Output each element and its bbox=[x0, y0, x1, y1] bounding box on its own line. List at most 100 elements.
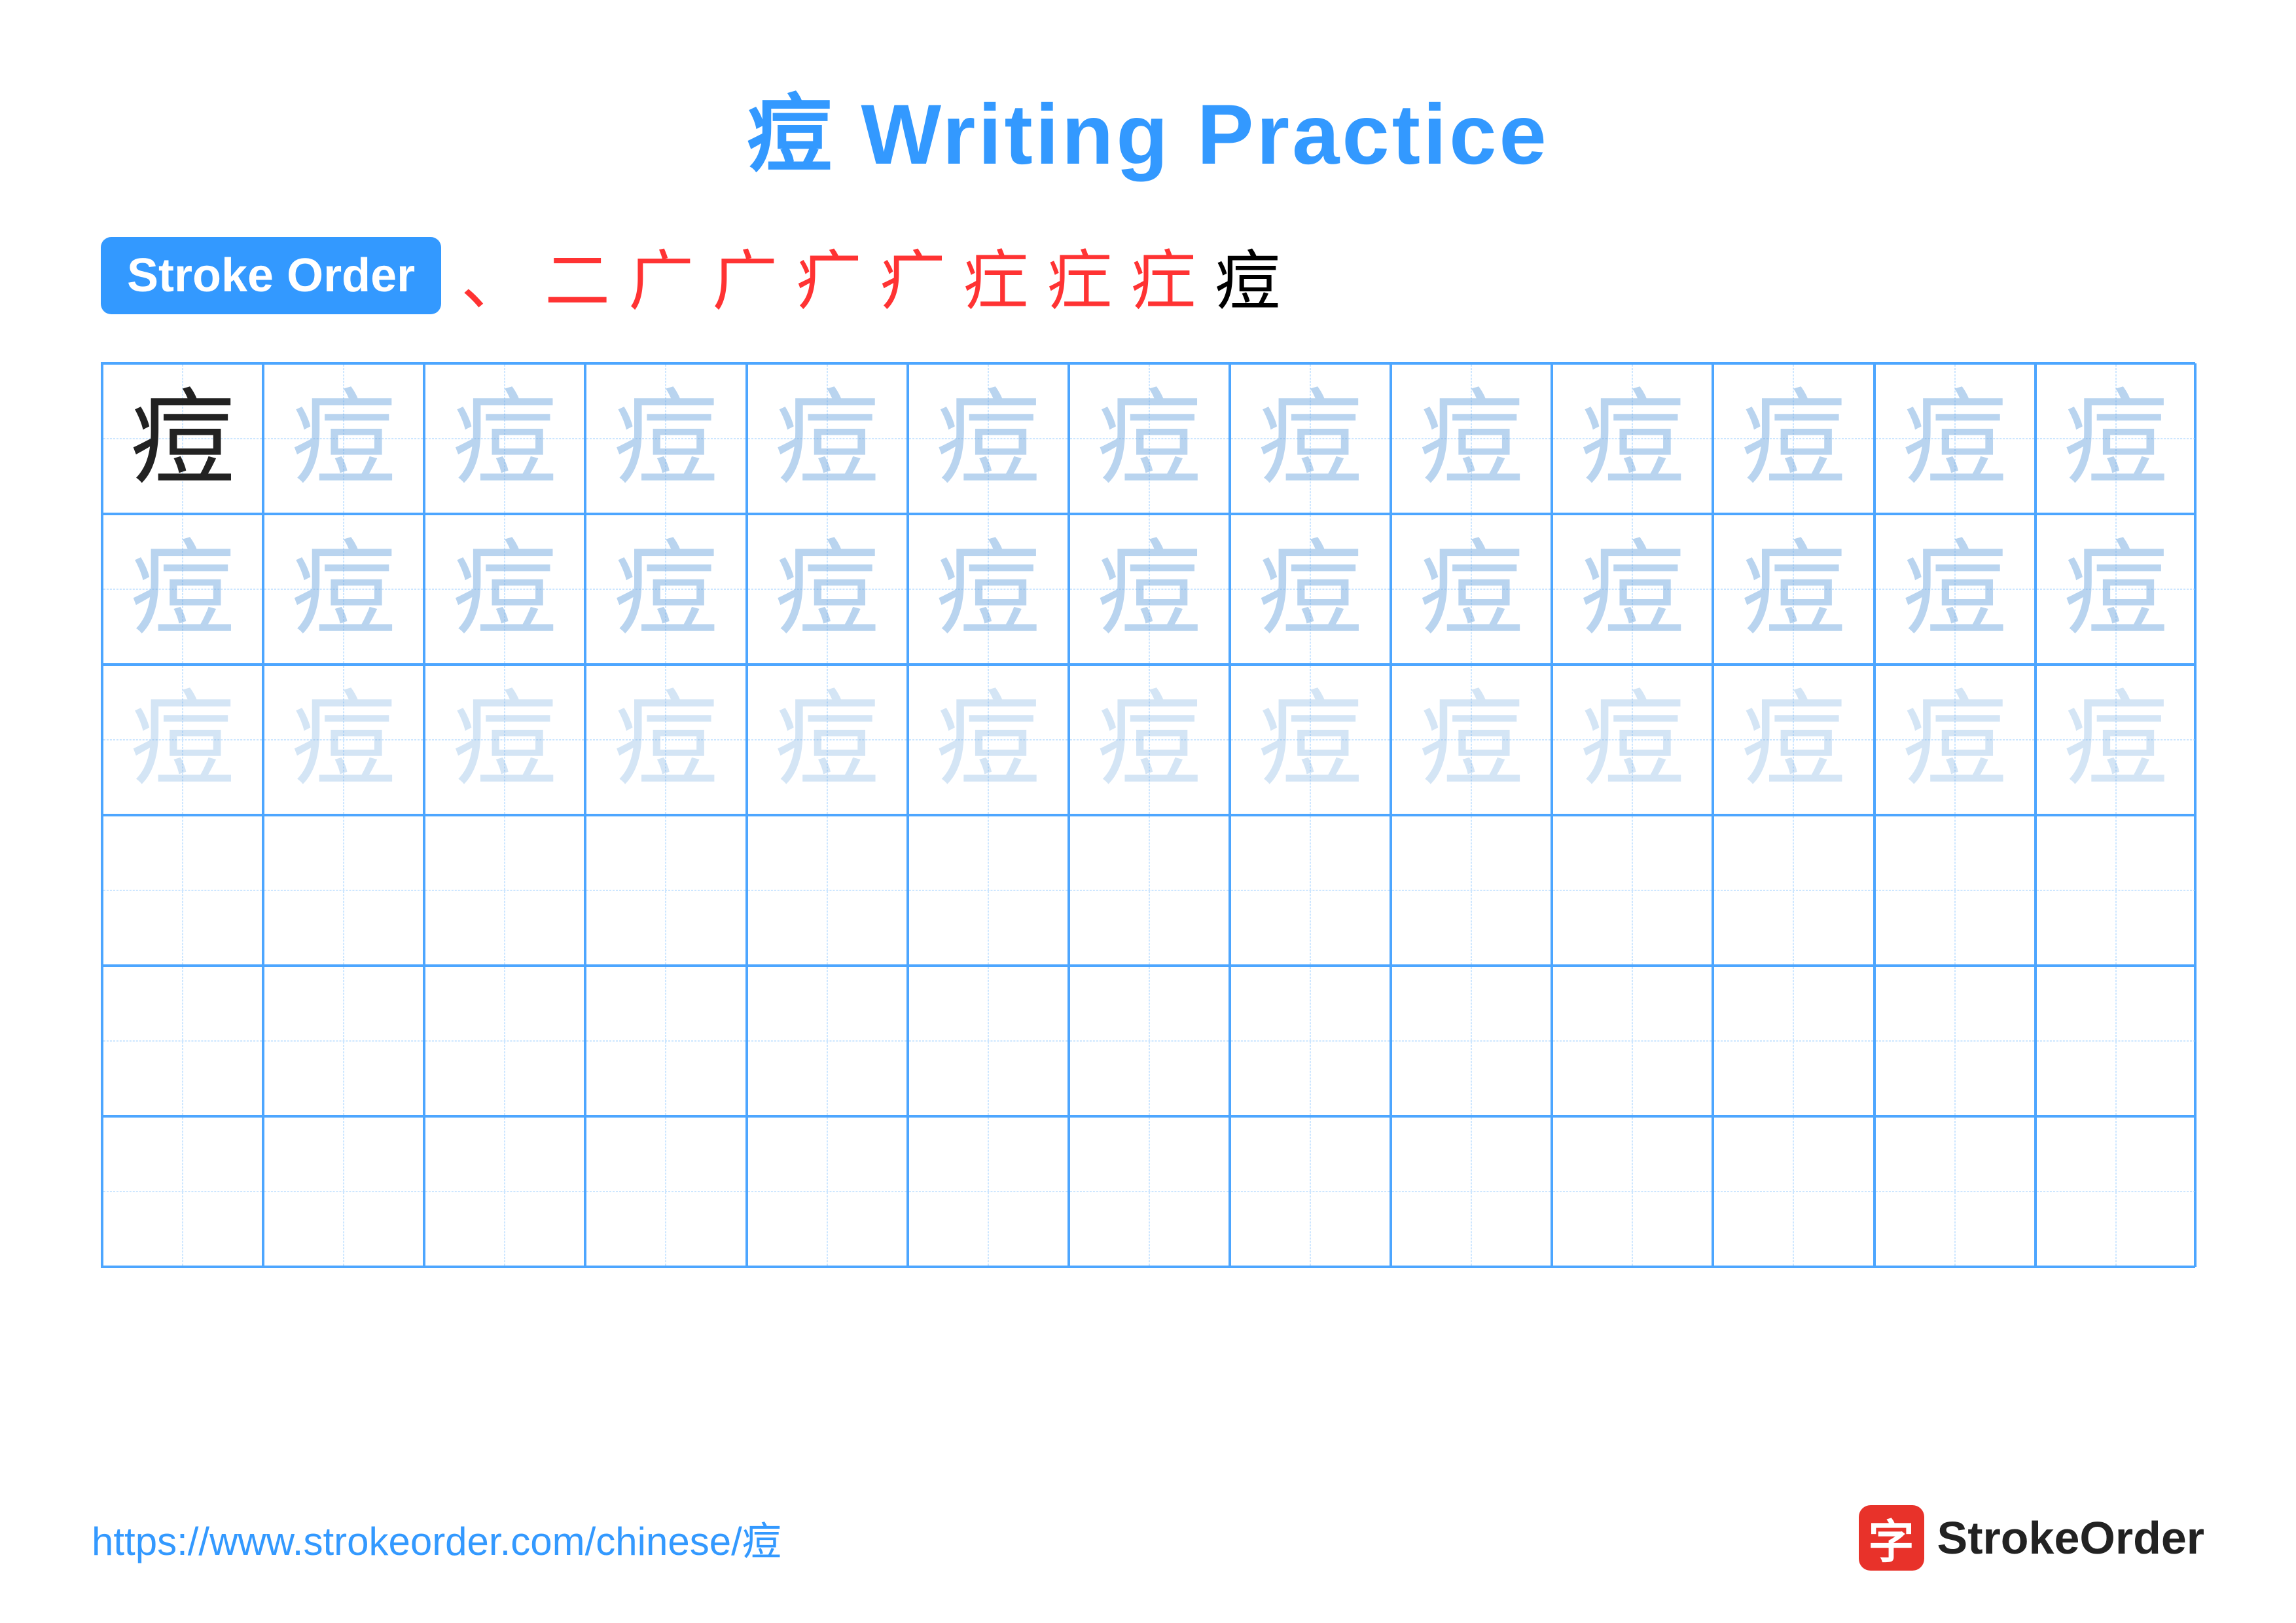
cell-char-r2-c5: 痘 bbox=[936, 537, 1041, 642]
grid-cell-r3-c10: 痘 bbox=[1713, 665, 1874, 815]
grid-cell-r5-c10 bbox=[1713, 966, 1874, 1116]
grid-cell-r4-c0 bbox=[102, 815, 263, 966]
grid-row-6 bbox=[102, 1116, 2194, 1267]
grid-row-2: 痘痘痘痘痘痘痘痘痘痘痘痘痘 bbox=[102, 514, 2194, 665]
cell-char-r2-c10: 痘 bbox=[1741, 537, 1846, 642]
grid-cell-r2-c12: 痘 bbox=[2036, 514, 2197, 665]
grid-cell-r2-c10: 痘 bbox=[1713, 514, 1874, 665]
grid-cell-r5-c7 bbox=[1230, 966, 1391, 1116]
grid-cell-r3-c3: 痘 bbox=[585, 665, 746, 815]
grid-cell-r5-c5 bbox=[908, 966, 1069, 1116]
grid-cell-r6-c6 bbox=[1069, 1116, 1230, 1267]
grid-cell-r3-c4: 痘 bbox=[747, 665, 908, 815]
cell-char-r2-c9: 痘 bbox=[1580, 537, 1685, 642]
grid-cell-r5-c11 bbox=[1874, 966, 2036, 1116]
grid-cell-r4-c4 bbox=[747, 815, 908, 966]
stroke-seq-step-0: 、 bbox=[461, 228, 526, 323]
cell-char-r3-c7: 痘 bbox=[1258, 687, 1363, 792]
grid-cell-r5-c0 bbox=[102, 966, 263, 1116]
grid-cell-r1-c0: 痘 bbox=[102, 363, 263, 514]
stroke-sequence: 、二广广疒疒疘疘疘痘 bbox=[461, 228, 1280, 323]
grid-cell-r1-c4: 痘 bbox=[747, 363, 908, 514]
grid-cell-r2-c4: 痘 bbox=[747, 514, 908, 665]
grid-cell-r1-c9: 痘 bbox=[1552, 363, 1713, 514]
grid-cell-r2-c6: 痘 bbox=[1069, 514, 1230, 665]
grid-cell-r4-c12 bbox=[2036, 815, 2197, 966]
grid-cell-r5-c8 bbox=[1391, 966, 1552, 1116]
grid-cell-r2-c8: 痘 bbox=[1391, 514, 1552, 665]
cell-char-r1-c8: 痘 bbox=[1419, 386, 1524, 491]
grid-cell-r4-c10 bbox=[1713, 815, 1874, 966]
grid-cell-r2-c9: 痘 bbox=[1552, 514, 1713, 665]
cell-char-r3-c3: 痘 bbox=[613, 687, 718, 792]
grid-cell-r2-c11: 痘 bbox=[1874, 514, 2036, 665]
grid-cell-r3-c12: 痘 bbox=[2036, 665, 2197, 815]
grid-cell-r6-c9 bbox=[1552, 1116, 1713, 1267]
cell-char-r2-c1: 痘 bbox=[291, 537, 396, 642]
cell-char-r1-c9: 痘 bbox=[1580, 386, 1685, 491]
grid-cell-r6-c8 bbox=[1391, 1116, 1552, 1267]
cell-char-r2-c7: 痘 bbox=[1258, 537, 1363, 642]
cell-char-r3-c12: 痘 bbox=[2064, 687, 2168, 792]
grid-row-5 bbox=[102, 966, 2194, 1116]
grid-cell-r2-c5: 痘 bbox=[908, 514, 1069, 665]
cell-char-r2-c12: 痘 bbox=[2064, 537, 2168, 642]
cell-char-r1-c10: 痘 bbox=[1741, 386, 1846, 491]
grid-cell-r3-c11: 痘 bbox=[1874, 665, 2036, 815]
grid-cell-r5-c4 bbox=[747, 966, 908, 1116]
stroke-order-badge: Stroke Order bbox=[101, 237, 441, 314]
grid-cell-r2-c3: 痘 bbox=[585, 514, 746, 665]
cell-char-r3-c8: 痘 bbox=[1419, 687, 1524, 792]
grid-cell-r5-c12 bbox=[2036, 966, 2197, 1116]
cell-char-r1-c6: 痘 bbox=[1097, 386, 1202, 491]
grid-cell-r3-c5: 痘 bbox=[908, 665, 1069, 815]
grid-cell-r4-c8 bbox=[1391, 815, 1552, 966]
cell-char-r1-c3: 痘 bbox=[613, 386, 718, 491]
stroke-seq-step-2: 广 bbox=[628, 228, 694, 323]
grid-cell-r1-c10: 痘 bbox=[1713, 363, 1874, 514]
stroke-seq-step-6: 疘 bbox=[963, 228, 1029, 323]
cell-char-r2-c4: 痘 bbox=[775, 537, 880, 642]
cell-char-r1-c11: 痘 bbox=[1903, 386, 2007, 491]
cell-char-r2-c11: 痘 bbox=[1903, 537, 2007, 642]
grid-cell-r3-c9: 痘 bbox=[1552, 665, 1713, 815]
cell-char-r3-c10: 痘 bbox=[1741, 687, 1846, 792]
grid-cell-r4-c2 bbox=[424, 815, 585, 966]
stroke-seq-step-7: 疘 bbox=[1047, 228, 1113, 323]
footer-logo-text: StrokeOrder bbox=[1937, 1512, 2204, 1564]
cell-char-r3-c5: 痘 bbox=[936, 687, 1041, 792]
grid-cell-r4-c9 bbox=[1552, 815, 1713, 966]
grid-cell-r6-c5 bbox=[908, 1116, 1069, 1267]
page: 痘 Writing Practice Stroke Order 、二广广疒疒疘疘… bbox=[0, 0, 2296, 1623]
footer-logo: 字 StrokeOrder bbox=[1859, 1505, 2204, 1571]
stroke-seq-step-1: 二 bbox=[545, 228, 610, 323]
footer-url: https://www.strokeorder.com/chinese/痘 bbox=[92, 1510, 781, 1567]
grid-cell-r5-c2 bbox=[424, 966, 585, 1116]
grid-cell-r2-c0: 痘 bbox=[102, 514, 263, 665]
cell-char-r2-c0: 痘 bbox=[130, 537, 235, 642]
cell-char-r2-c6: 痘 bbox=[1097, 537, 1202, 642]
grid-cell-r1-c1: 痘 bbox=[263, 363, 424, 514]
cell-char-r1-c7: 痘 bbox=[1258, 386, 1363, 491]
cell-char-r3-c0: 痘 bbox=[130, 687, 235, 792]
footer-logo-icon: 字 bbox=[1859, 1505, 1924, 1571]
cell-char-r3-c2: 痘 bbox=[452, 687, 557, 792]
grid-cell-r6-c11 bbox=[1874, 1116, 2036, 1267]
stroke-order-row: Stroke Order 、二广广疒疒疘疘疘痘 bbox=[101, 228, 2195, 323]
grid-cell-r6-c1 bbox=[263, 1116, 424, 1267]
stroke-seq-step-8: 疘 bbox=[1131, 228, 1196, 323]
grid-cell-r5-c6 bbox=[1069, 966, 1230, 1116]
grid-cell-r1-c2: 痘 bbox=[424, 363, 585, 514]
grid-cell-r3-c2: 痘 bbox=[424, 665, 585, 815]
cell-char-r2-c3: 痘 bbox=[613, 537, 718, 642]
practice-grid: 痘痘痘痘痘痘痘痘痘痘痘痘痘 痘痘痘痘痘痘痘痘痘痘痘痘痘 痘痘痘痘痘痘痘痘痘痘痘痘… bbox=[101, 362, 2195, 1268]
stroke-seq-step-5: 疒 bbox=[880, 228, 945, 323]
grid-cell-r1-c7: 痘 bbox=[1230, 363, 1391, 514]
cell-char-r1-c0: 痘 bbox=[130, 386, 235, 491]
grid-cell-r2-c2: 痘 bbox=[424, 514, 585, 665]
footer: https://www.strokeorder.com/chinese/痘 字 … bbox=[92, 1505, 2204, 1571]
cell-char-r1-c2: 痘 bbox=[452, 386, 557, 491]
page-title: 痘 Writing Practice bbox=[747, 65, 1549, 189]
grid-row-3: 痘痘痘痘痘痘痘痘痘痘痘痘痘 bbox=[102, 665, 2194, 815]
grid-cell-r4-c5 bbox=[908, 815, 1069, 966]
